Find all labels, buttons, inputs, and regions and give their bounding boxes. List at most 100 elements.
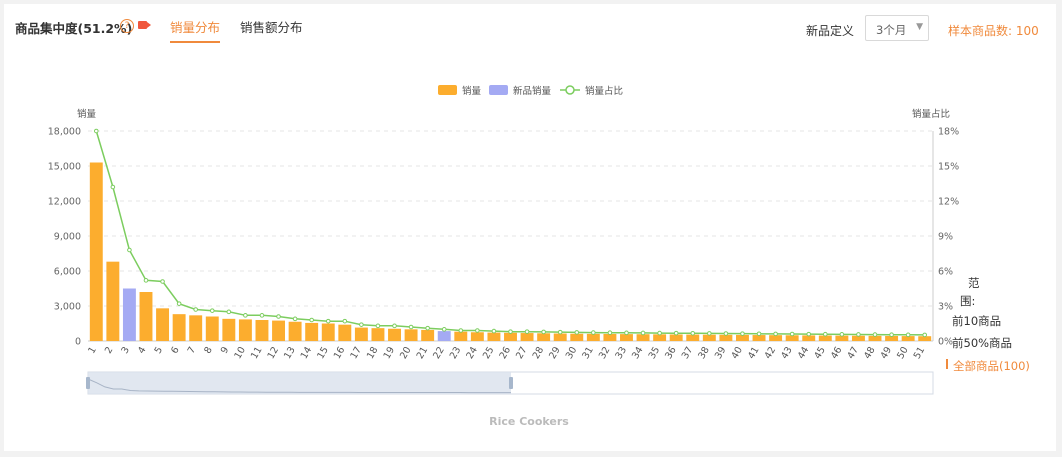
x-tick-label: 28 <box>531 345 547 361</box>
ratio-point[interactable] <box>806 331 812 337</box>
bar-sales[interactable] <box>189 315 203 341</box>
x-tick-label: 44 <box>796 345 812 361</box>
ratio-point[interactable] <box>856 332 861 337</box>
ratio-point[interactable] <box>259 313 265 318</box>
bar-sales[interactable] <box>354 327 368 341</box>
bar-sales[interactable] <box>156 308 170 341</box>
ratio-point[interactable] <box>143 278 149 283</box>
bar-sales[interactable] <box>139 292 153 341</box>
ratio-point[interactable] <box>508 329 513 334</box>
x-tick-label: 29 <box>547 345 563 361</box>
ratio-point[interactable] <box>541 329 546 335</box>
bar-sales[interactable] <box>470 332 484 341</box>
bar-sales[interactable] <box>288 321 302 341</box>
ratio-point[interactable] <box>425 325 430 331</box>
ratio-point[interactable] <box>607 330 613 336</box>
x-tick-label: 11 <box>249 345 265 361</box>
ratio-point[interactable] <box>309 317 314 323</box>
ratio-point[interactable] <box>193 307 198 312</box>
ratio-point[interactable] <box>160 279 165 284</box>
bar-sales[interactable] <box>404 329 418 341</box>
ratio-point[interactable] <box>276 314 281 319</box>
bar-sales[interactable] <box>205 316 219 342</box>
y-tick-left: 9,000 <box>54 232 81 243</box>
ratio-point[interactable] <box>740 331 745 336</box>
ratio-point[interactable] <box>789 331 795 337</box>
bar-sales[interactable] <box>222 318 236 341</box>
ratio-point[interactable] <box>773 331 778 337</box>
legend-swatch[interactable] <box>438 85 457 95</box>
ratio-point[interactable] <box>591 330 596 335</box>
x-tick-label: 19 <box>382 345 398 361</box>
legend-label[interactable]: 销量占比 <box>585 85 623 97</box>
ratio-point[interactable] <box>441 327 447 332</box>
ratio-point[interactable] <box>292 316 298 322</box>
bar-sales[interactable] <box>504 332 517 341</box>
bar-sales[interactable] <box>371 328 385 341</box>
bar-sales[interactable] <box>553 333 567 341</box>
ratio-point[interactable] <box>922 332 928 338</box>
x-tick-label: 2 <box>103 345 116 356</box>
zoom-handle-left[interactable] <box>86 377 90 389</box>
ratio-point[interactable] <box>524 329 530 334</box>
bar-sales[interactable] <box>338 324 352 341</box>
bar-sales[interactable] <box>603 334 617 341</box>
ratio-point[interactable] <box>707 331 712 336</box>
bar-sales[interactable] <box>487 332 501 341</box>
ratio-point[interactable] <box>408 324 414 330</box>
ratio-point[interactable] <box>110 184 116 190</box>
ratio-point[interactable] <box>491 328 497 334</box>
bar-sales[interactable] <box>272 320 286 341</box>
ratio-point[interactable] <box>392 323 397 329</box>
ratio-point[interactable] <box>375 323 381 329</box>
ratio-point[interactable] <box>176 301 182 306</box>
legend-label[interactable]: 新品销量 <box>513 85 552 97</box>
bar-sales[interactable] <box>586 333 600 341</box>
zoom-handle-right[interactable] <box>509 377 513 389</box>
bar-sales[interactable] <box>89 162 103 342</box>
ratio-point[interactable] <box>723 331 729 336</box>
bar-sales[interactable] <box>106 261 120 341</box>
bar-sales[interactable] <box>238 319 252 341</box>
bar-sales[interactable] <box>321 323 335 342</box>
ratio-point[interactable] <box>574 330 580 335</box>
ratio-point[interactable] <box>93 128 99 134</box>
ratio-point[interactable] <box>475 328 480 333</box>
y-tick-right: 12% <box>938 197 959 208</box>
bar-sales[interactable] <box>537 333 551 341</box>
legend-label[interactable]: 销量 <box>462 85 482 97</box>
ratio-point[interactable] <box>657 330 662 336</box>
bar-sales[interactable] <box>454 331 468 341</box>
ratio-point[interactable] <box>624 330 629 336</box>
bar-sales[interactable] <box>620 334 633 341</box>
ratio-point[interactable] <box>325 318 331 324</box>
ratio-point[interactable] <box>872 332 878 337</box>
bar-sales[interactable] <box>172 314 186 341</box>
ratio-point[interactable] <box>342 318 348 324</box>
bar-sales[interactable] <box>570 333 584 341</box>
ratio-point[interactable] <box>557 329 563 335</box>
legend-swatch[interactable] <box>489 85 508 95</box>
ratio-point[interactable] <box>756 331 762 337</box>
ratio-point[interactable] <box>889 332 894 338</box>
ratio-point[interactable] <box>359 322 364 327</box>
bar-sales[interactable] <box>255 320 269 341</box>
ratio-point[interactable] <box>243 313 248 318</box>
ratio-point[interactable] <box>690 331 696 336</box>
ratio-point[interactable] <box>839 332 845 337</box>
bar-sales[interactable] <box>305 322 319 341</box>
bar-new-product[interactable] <box>437 331 451 341</box>
ratio-point[interactable] <box>640 330 646 336</box>
ratio-point[interactable] <box>458 328 464 333</box>
bar-sales[interactable] <box>388 328 401 341</box>
bar-new-product[interactable] <box>122 288 136 342</box>
bar-sales[interactable] <box>520 333 534 341</box>
ratio-point[interactable] <box>673 330 679 336</box>
ratio-point[interactable] <box>905 332 911 338</box>
ratio-point[interactable] <box>209 308 215 313</box>
ratio-point[interactable] <box>823 331 828 337</box>
ratio-point[interactable] <box>226 309 232 315</box>
bar-sales[interactable] <box>421 329 435 341</box>
legend-swatch-marker[interactable] <box>565 85 575 95</box>
ratio-point[interactable] <box>127 247 132 253</box>
